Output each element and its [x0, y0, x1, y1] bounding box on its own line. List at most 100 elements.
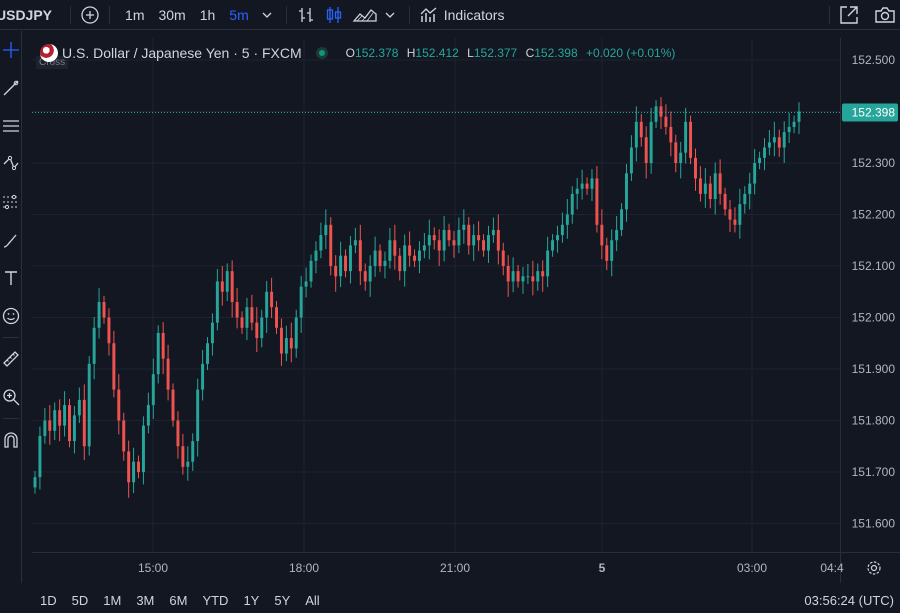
candle-body — [541, 271, 545, 277]
candle-body — [753, 163, 757, 184]
candle-body — [324, 224, 328, 236]
candle-body — [615, 229, 619, 241]
candle-body — [432, 235, 436, 241]
candle-body — [289, 338, 293, 349]
candle-body — [787, 126, 791, 133]
candle-body — [575, 188, 579, 194]
low-label: L — [467, 46, 474, 60]
candle-body — [496, 229, 500, 251]
candle-body — [255, 322, 259, 339]
range-5d-button[interactable]: 5D — [64, 593, 96, 608]
range-6m-button[interactable]: 6M — [161, 593, 194, 608]
candle-body — [600, 224, 604, 246]
time-axis-settings-icon[interactable] — [866, 560, 882, 581]
candle-body — [33, 477, 37, 488]
candle-body — [398, 255, 402, 272]
candle-body — [610, 240, 614, 261]
candle-body — [452, 240, 456, 246]
open-value: 152.378 — [355, 46, 399, 60]
candle-body — [669, 126, 673, 143]
candle-body — [664, 116, 668, 127]
range-1y-button[interactable]: 1Y — [235, 593, 266, 608]
candles — [33, 97, 801, 498]
range-1d-button[interactable]: 1D — [32, 593, 64, 608]
candle-body — [102, 302, 106, 318]
candle-body — [122, 420, 126, 452]
candle-body — [373, 250, 377, 266]
candle-body — [689, 121, 693, 158]
ohlc-values: O152.378 H152.412 L152.377 C152.398 +0.0… — [346, 46, 676, 60]
candle-body — [279, 327, 283, 354]
candle-body — [585, 183, 589, 189]
candle-body — [48, 420, 52, 431]
candle-body — [87, 363, 91, 447]
range-ytd-button[interactable]: YTD — [194, 593, 235, 608]
candle-body — [782, 132, 786, 148]
candle-body — [679, 152, 683, 163]
candle-body — [526, 276, 530, 278]
range-all-button[interactable]: All — [297, 593, 326, 608]
utc-clock[interactable]: 03:56:24 (UTC) — [804, 593, 894, 608]
candle-body — [698, 178, 702, 194]
candle-body — [265, 291, 269, 318]
candle-body — [516, 271, 520, 282]
change-value: +0.020 (+0.01%) — [585, 46, 676, 60]
candle-body — [339, 255, 343, 277]
range-3m-button[interactable]: 3M — [128, 593, 161, 608]
candle-body — [422, 245, 426, 251]
candle-body — [595, 178, 599, 225]
candle-body — [112, 343, 116, 390]
price-chart[interactable] — [0, 0, 900, 613]
range-5y-button[interactable]: 5Y — [266, 593, 297, 608]
candle-body — [620, 209, 624, 230]
candle-body — [358, 240, 362, 272]
candle-body — [43, 420, 47, 436]
candle-body — [156, 332, 160, 375]
candle-body — [206, 343, 209, 364]
candle-body — [644, 137, 648, 163]
price-axis[interactable] — [840, 38, 900, 583]
chart-legend: U.S. Dollar / Japanese Yen · 5 · FXCM O1… — [40, 44, 675, 62]
candle-body — [792, 121, 796, 127]
market-status-icon[interactable] — [315, 47, 328, 59]
candle-body — [797, 111, 801, 122]
candle-body — [639, 121, 643, 138]
candle-body — [314, 250, 318, 261]
candle-body — [580, 183, 584, 189]
candle-body — [304, 281, 308, 287]
candle-body — [393, 240, 397, 256]
candle-body — [605, 245, 609, 261]
candle-body — [275, 307, 279, 328]
candle-body — [107, 317, 111, 344]
candle-body — [723, 193, 727, 210]
candle-body — [353, 240, 357, 246]
candle-body — [97, 302, 101, 328]
candle-body — [477, 235, 481, 241]
bottom-toolbar: 1D 5D 1M 3M 6M YTD 1Y 5Y All 03:56:24 (U… — [32, 588, 900, 613]
candle-body — [82, 399, 86, 447]
candle-body — [299, 286, 303, 318]
candle-body — [329, 224, 333, 266]
candle-body — [378, 250, 382, 266]
candle-body — [625, 173, 628, 210]
candle-body — [708, 183, 712, 200]
candle-body — [521, 276, 525, 282]
candle-body — [462, 224, 466, 230]
candle-body — [201, 363, 205, 390]
candle-body — [718, 173, 722, 194]
time-axis[interactable] — [32, 552, 900, 584]
candle-body — [68, 405, 71, 442]
candle-body — [629, 147, 633, 174]
chart-grid — [32, 38, 840, 552]
range-1m-button[interactable]: 1M — [95, 593, 128, 608]
low-value: 152.377 — [473, 46, 518, 60]
candle-body — [531, 276, 535, 282]
candle-body — [570, 193, 574, 215]
candle-body — [511, 271, 515, 282]
candle-body — [127, 451, 131, 483]
candle-body — [235, 302, 239, 318]
candle-body — [132, 461, 136, 483]
series-title[interactable]: U.S. Dollar / Japanese Yen · 5 · FXCM — [62, 45, 302, 61]
candle-body — [457, 229, 461, 246]
candle-body — [53, 410, 57, 431]
